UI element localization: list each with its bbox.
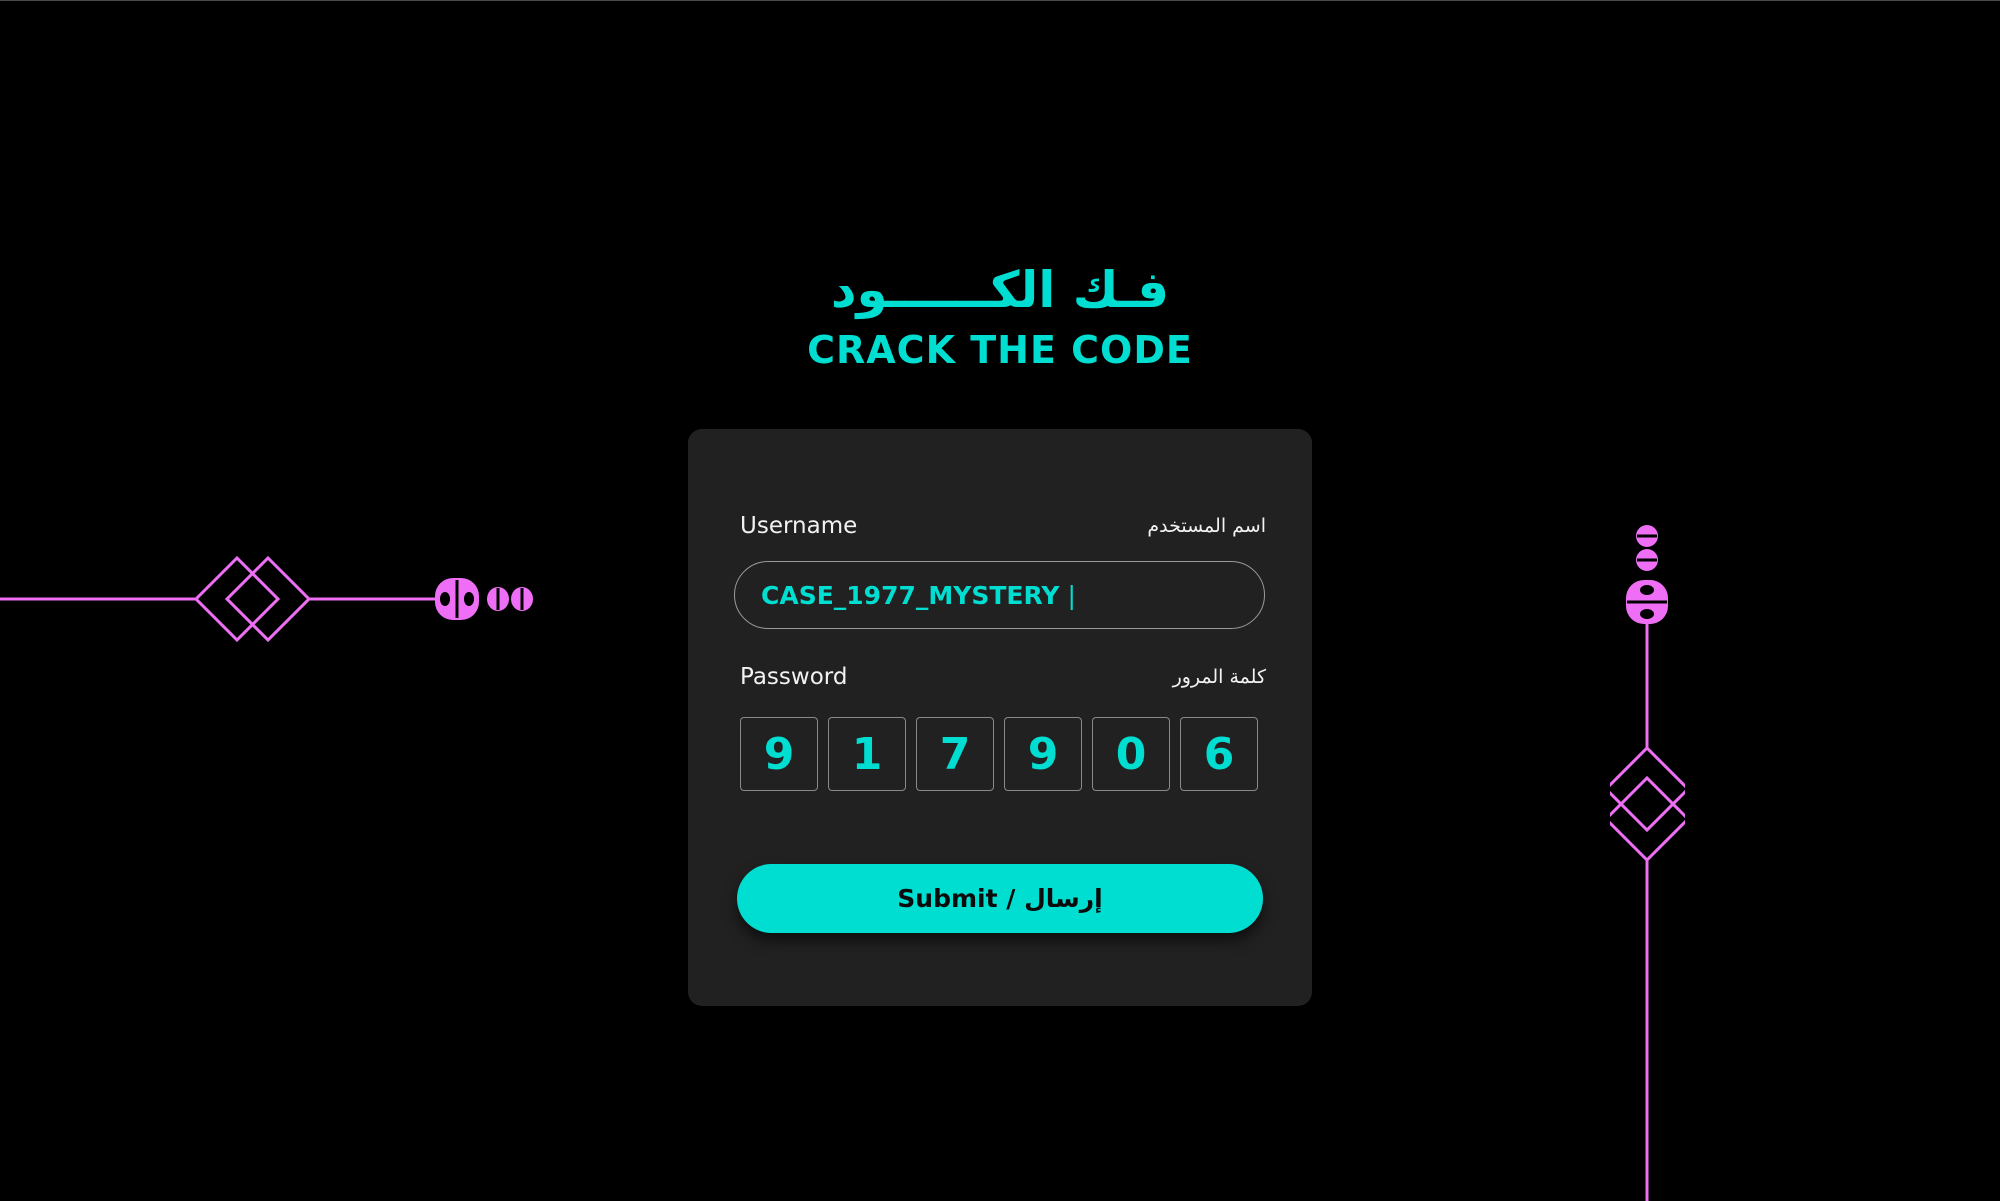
password-label-row: Password كلمة المرور: [740, 664, 1266, 690]
password-pin-row: 9 1 7 9 0 6: [740, 717, 1258, 791]
pin-digit-4[interactable]: 9: [1004, 717, 1082, 791]
login-card: Username اسم المستخدم CASE_1977_MYSTERY …: [688, 429, 1312, 1006]
pin-digit-3[interactable]: 7: [916, 717, 994, 791]
page-title-arabic: فـك الكــــــود: [830, 261, 1170, 319]
username-input[interactable]: CASE_1977_MYSTERY |: [734, 561, 1265, 629]
password-label: Password: [740, 664, 848, 690]
right-ornament-icon: [1610, 525, 1685, 1201]
password-label-arabic: كلمة المرور: [1172, 666, 1266, 688]
username-label-row: Username اسم المستخدم: [740, 513, 1266, 539]
username-label: Username: [740, 513, 858, 539]
pin-digit-2[interactable]: 1: [828, 717, 906, 791]
pin-digit-1[interactable]: 9: [740, 717, 818, 791]
submit-button[interactable]: Submit / إرسال: [737, 864, 1263, 933]
pin-digit-5[interactable]: 0: [1092, 717, 1170, 791]
left-ornament-icon: [0, 555, 533, 643]
username-label-arabic: اسم المستخدم: [1147, 515, 1266, 537]
title-block: فـك الكــــــود CRACK THE CODE: [700, 255, 1300, 373]
username-value: CASE_1977_MYSTERY: [761, 580, 1060, 610]
pin-digit-6[interactable]: 6: [1180, 717, 1258, 791]
page-title: CRACK THE CODE: [807, 328, 1193, 372]
text-cursor: |: [1067, 580, 1076, 610]
